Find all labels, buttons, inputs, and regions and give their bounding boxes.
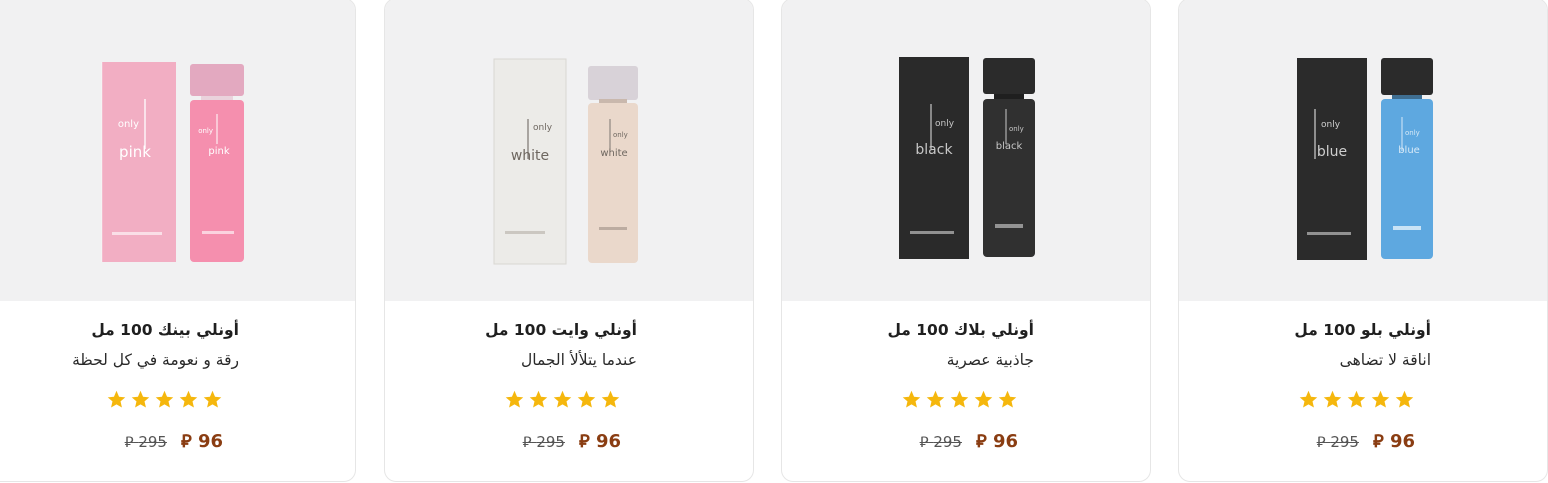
svg-text:only: only bbox=[1321, 120, 1341, 130]
old-price: 295 ⃁ bbox=[1316, 433, 1359, 451]
svg-text:white: white bbox=[600, 148, 627, 159]
rating-stars bbox=[106, 389, 223, 410]
svg-text:only: only bbox=[198, 127, 213, 135]
product-tagline: جاذبية عصرية bbox=[946, 351, 1034, 369]
current-price: 96 ⃁ bbox=[1372, 431, 1415, 452]
star-icon bbox=[1323, 390, 1342, 408]
riyal-icon: ⃁ bbox=[124, 433, 134, 451]
product-title[interactable]: أونلي بينك 100 مل bbox=[91, 321, 239, 339]
product-image[interactable]: only white only white bbox=[385, 0, 753, 301]
price-row: 96 ⃁ 295 ⃁ bbox=[523, 429, 621, 452]
product-tagline: اناقة لا تضاهى bbox=[1339, 351, 1431, 369]
current-price: 96 ⃁ bbox=[975, 431, 1018, 452]
product-image[interactable]: only black only black bbox=[782, 0, 1150, 301]
svg-text:blue: blue bbox=[1317, 144, 1347, 160]
riyal-icon: ⃁ bbox=[522, 433, 532, 451]
riyal-icon: ⃁ bbox=[1372, 431, 1384, 452]
current-price: 96 ⃁ bbox=[180, 431, 223, 452]
old-price: 295 ⃁ bbox=[124, 433, 167, 451]
svg-text:only: only bbox=[1009, 125, 1024, 133]
svg-text:only: only bbox=[613, 131, 628, 139]
svg-text:only: only bbox=[1405, 129, 1420, 137]
riyal-icon: ⃁ bbox=[1316, 433, 1326, 451]
current-price: 96 ⃁ bbox=[578, 431, 621, 452]
star-icon bbox=[974, 390, 993, 408]
product-image[interactable]: only pink only pink bbox=[0, 0, 355, 301]
product-title[interactable]: أونلي وايت 100 مل bbox=[485, 321, 637, 339]
price-row: 96 ⃁ 295 ⃁ bbox=[125, 429, 223, 452]
star-icon bbox=[1395, 390, 1414, 408]
product-image[interactable]: only blue only blue bbox=[1179, 0, 1547, 301]
rating-stars bbox=[1298, 389, 1415, 410]
product-card[interactable]: only white only white أونلي وايت 100 مل … bbox=[384, 0, 754, 482]
star-icon bbox=[179, 390, 198, 408]
star-icon bbox=[107, 390, 126, 408]
star-icon bbox=[203, 390, 222, 408]
product-card[interactable]: only blue only blue أونلي بلو 100 مل انا… bbox=[1178, 0, 1548, 482]
product-tagline: رقة و نعومة في كل لحظة bbox=[72, 351, 239, 369]
old-price: 295 ⃁ bbox=[522, 433, 565, 451]
product-title[interactable]: أونلي بلو 100 مل bbox=[1294, 321, 1431, 339]
star-icon bbox=[529, 390, 548, 408]
product-card[interactable]: only black only black أونلي بلاك 100 مل … bbox=[781, 0, 1151, 482]
svg-text:pink: pink bbox=[119, 143, 151, 161]
star-icon bbox=[577, 390, 596, 408]
rating-stars bbox=[504, 389, 621, 410]
product-card[interactable]: only pink only pink أونلي بينك 100 مل رق… bbox=[0, 0, 356, 482]
svg-text:only: only bbox=[118, 119, 139, 130]
old-price: 295 ⃁ bbox=[919, 433, 962, 451]
star-icon bbox=[553, 390, 572, 408]
star-icon bbox=[902, 390, 921, 408]
svg-text:blue: blue bbox=[1398, 145, 1420, 156]
star-icon bbox=[1347, 390, 1366, 408]
product-tagline: عندما يتلألأ الجمال bbox=[520, 351, 637, 369]
star-icon bbox=[1299, 390, 1318, 408]
price-row: 96 ⃁ 295 ⃁ bbox=[1317, 429, 1415, 452]
star-icon bbox=[950, 390, 969, 408]
svg-text:only: only bbox=[935, 119, 955, 129]
star-icon bbox=[601, 390, 620, 408]
price-row: 96 ⃁ 295 ⃁ bbox=[920, 429, 1018, 452]
riyal-icon: ⃁ bbox=[919, 433, 929, 451]
rating-stars bbox=[901, 389, 1018, 410]
svg-text:pink: pink bbox=[208, 146, 229, 157]
svg-text:black: black bbox=[915, 142, 953, 158]
star-icon bbox=[926, 390, 945, 408]
star-icon bbox=[131, 390, 150, 408]
riyal-icon: ⃁ bbox=[975, 431, 987, 452]
svg-text:black: black bbox=[996, 141, 1023, 152]
svg-text:white: white bbox=[511, 148, 549, 164]
star-icon bbox=[155, 390, 174, 408]
riyal-icon: ⃁ bbox=[578, 431, 590, 452]
riyal-icon: ⃁ bbox=[180, 431, 192, 452]
star-icon bbox=[505, 390, 524, 408]
svg-text:only: only bbox=[533, 123, 553, 133]
star-icon bbox=[1371, 390, 1390, 408]
star-icon bbox=[998, 390, 1017, 408]
product-title[interactable]: أونلي بلاك 100 مل bbox=[887, 321, 1034, 339]
